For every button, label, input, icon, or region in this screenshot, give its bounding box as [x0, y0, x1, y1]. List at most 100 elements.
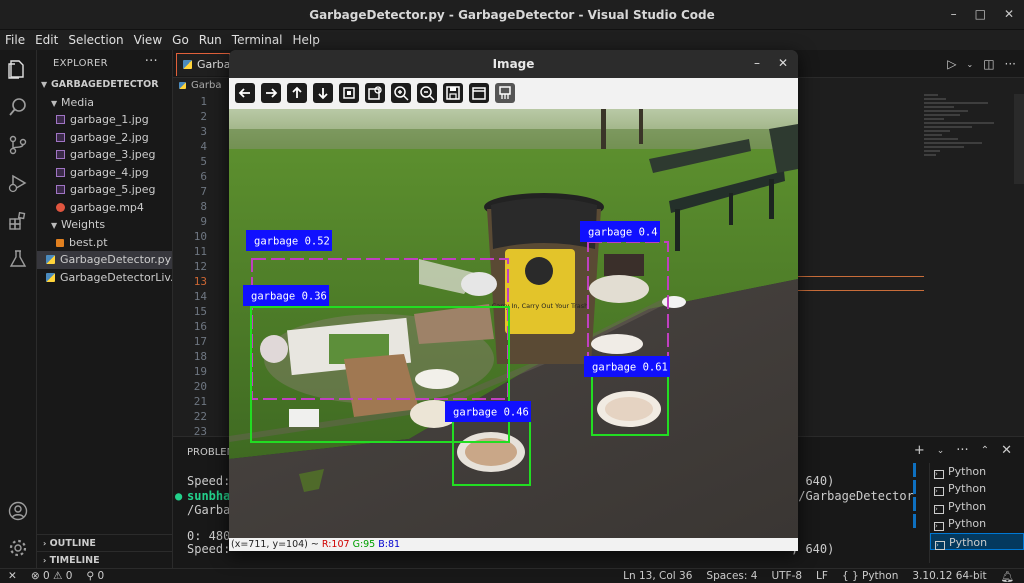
remote-icon[interactable]: ✕	[8, 570, 17, 582]
menu-selection[interactable]: Selection	[63, 30, 128, 50]
file-garbage-video[interactable]: garbage.mp4	[37, 199, 172, 217]
problems-status[interactable]: ⊗ 0 ⚠ 0	[31, 570, 73, 582]
arrow-down-icon[interactable]	[313, 83, 333, 103]
editor-scrollbar[interactable]	[1014, 94, 1024, 184]
file-best-pt[interactable]: best.pt	[37, 234, 172, 252]
maximize-button[interactable]: □	[975, 7, 986, 21]
python-file-icon	[179, 82, 186, 89]
run-file-icon[interactable]: ▷	[947, 57, 956, 71]
terminal-gutter-marks	[913, 463, 917, 548]
ports-status[interactable]: ⚲ 0	[86, 570, 104, 582]
arrow-up-icon[interactable]	[287, 83, 307, 103]
menu-bar: File Edit Selection View Go Run Terminal…	[0, 30, 1024, 50]
menu-view[interactable]: View	[129, 30, 167, 50]
line-number: 14	[193, 290, 207, 303]
menu-file[interactable]: File	[0, 30, 30, 50]
zoom-fit-icon[interactable]	[339, 83, 359, 103]
terminal-instance[interactable]: › Python	[930, 480, 1024, 497]
terminal-instance[interactable]: › Python	[930, 515, 1024, 532]
timeline-section[interactable]: › TIMELINE	[37, 551, 173, 568]
terminal-icon: ›	[934, 470, 944, 479]
outline-section[interactable]: › OUTLINE	[37, 534, 173, 551]
line-number-gutter: 1 2 3 4 5 6 7 8 9 10 11 12 13 14 15 16 17 18 19 20 21 22 23	[173, 94, 231, 438]
properties-icon[interactable]	[469, 83, 489, 103]
detection-label: garbage 0.52	[254, 236, 330, 248]
account-icon[interactable]	[7, 500, 29, 522]
menu-go[interactable]: Go	[167, 30, 194, 50]
current-line-highlight	[798, 290, 924, 291]
image-file-icon	[56, 167, 65, 177]
tab-problems[interactable]: PROBLEM	[187, 447, 235, 458]
python-file-icon	[46, 272, 55, 282]
model-file-icon	[56, 238, 64, 247]
run-dropdown-chevron-icon[interactable]: ⌄	[967, 57, 974, 71]
testing-icon[interactable]	[7, 248, 29, 270]
explorer-root-folder[interactable]: ▼ GARBAGEDETECTOR	[37, 76, 172, 94]
detection-image[interactable]: Carry In, Carry Out Your Trash garbage 0…	[229, 109, 798, 538]
menu-edit[interactable]: Edit	[30, 30, 63, 50]
terminal-icon: ›	[934, 504, 944, 514]
indentation[interactable]: Spaces: 4	[706, 570, 757, 583]
source-control-icon[interactable]	[7, 134, 29, 156]
menu-terminal[interactable]: Terminal	[227, 30, 288, 50]
folder-media[interactable]: ▼ Media	[37, 94, 172, 112]
line-number: 2	[200, 110, 207, 123]
pixel-green-value: G:95	[352, 539, 376, 550]
tab-garbage-detector-py[interactable]: Garbag	[176, 53, 230, 76]
line-number: 6	[200, 170, 207, 183]
menu-help[interactable]: Help	[288, 30, 325, 50]
terminal-instance[interactable]: › Python	[930, 498, 1024, 515]
line-number: 10	[193, 230, 207, 243]
pixel-red-value: R:107	[321, 539, 350, 550]
file-garbage-2[interactable]: garbage_2.jpg	[37, 129, 172, 147]
file-garbage-5[interactable]: garbage_5.jpeg	[37, 181, 172, 199]
image-window-title: Image	[229, 50, 798, 78]
menu-run[interactable]: Run	[194, 30, 227, 50]
file-garbage-3[interactable]: garbage_3.jpeg	[37, 146, 172, 164]
more-actions-icon[interactable]: ···	[956, 443, 968, 458]
arrow-right-icon[interactable]	[261, 83, 281, 103]
image-minimize-button[interactable]: –	[754, 56, 760, 70]
settings-gear-icon[interactable]	[7, 537, 29, 559]
notifications-bell-icon[interactable]: 🔔︎	[1001, 570, 1014, 583]
file-garbage-1[interactable]: garbage_1.jpg	[37, 111, 172, 129]
line-number: 13	[193, 275, 207, 288]
zoom-select-icon[interactable]	[365, 83, 385, 103]
file-garbage-4[interactable]: garbage_4.jpg	[37, 164, 172, 182]
end-of-line[interactable]: LF	[816, 570, 828, 583]
breadcrumb: Garba	[173, 78, 233, 94]
language-mode[interactable]: { } Python	[842, 570, 898, 583]
run-debug-icon[interactable]	[7, 172, 29, 194]
new-terminal-icon[interactable]: +	[914, 443, 925, 458]
zoom-in-icon[interactable]	[391, 83, 411, 103]
trash-bin: Carry In, Carry Out Your Trash	[484, 193, 604, 364]
search-icon[interactable]	[7, 96, 29, 118]
pan-icon[interactable]	[495, 83, 515, 103]
extensions-icon[interactable]	[7, 210, 29, 232]
image-close-button[interactable]: ✕	[778, 56, 788, 70]
explorer-sidebar: EXPLORER ··· ▼ GARBAGEDETECTOR ▼ Media gar…	[37, 50, 173, 568]
current-line-highlight	[798, 276, 924, 277]
folder-weights[interactable]: ▼ Weights	[37, 216, 172, 234]
encoding[interactable]: UTF-8	[771, 570, 802, 583]
more-actions-icon[interactable]: ···	[1005, 57, 1016, 71]
more-actions-icon[interactable]: ···	[145, 54, 158, 69]
maximize-panel-icon[interactable]: ⌃	[981, 443, 989, 458]
files-icon[interactable]	[7, 58, 29, 80]
save-icon[interactable]	[443, 83, 463, 103]
close-button[interactable]: ✕	[1004, 7, 1014, 21]
file-garbage-detector-live[interactable]: GarbageDetectorLiv...	[37, 269, 172, 287]
cursor-position[interactable]: Ln 13, Col 36	[623, 570, 692, 583]
terminal-dropdown-chevron-icon[interactable]: ⌄	[937, 443, 945, 458]
python-interpreter[interactable]: 3.10.12 64-bit	[912, 570, 986, 583]
split-editor-icon[interactable]: ◫	[983, 57, 994, 71]
arrow-left-icon[interactable]	[235, 83, 255, 103]
python-file-icon	[183, 60, 192, 69]
terminal-instance[interactable]: › Python	[930, 463, 1024, 480]
zoom-out-icon[interactable]	[417, 83, 437, 103]
file-garbage-detector-py[interactable]: GarbageDetector.py	[37, 251, 172, 269]
close-panel-icon[interactable]: ✕	[1001, 443, 1012, 458]
terminal-instance-active[interactable]: › Python	[930, 532, 1024, 550]
minimize-button[interactable]: –	[951, 7, 957, 21]
minimap[interactable]	[924, 94, 1014, 184]
